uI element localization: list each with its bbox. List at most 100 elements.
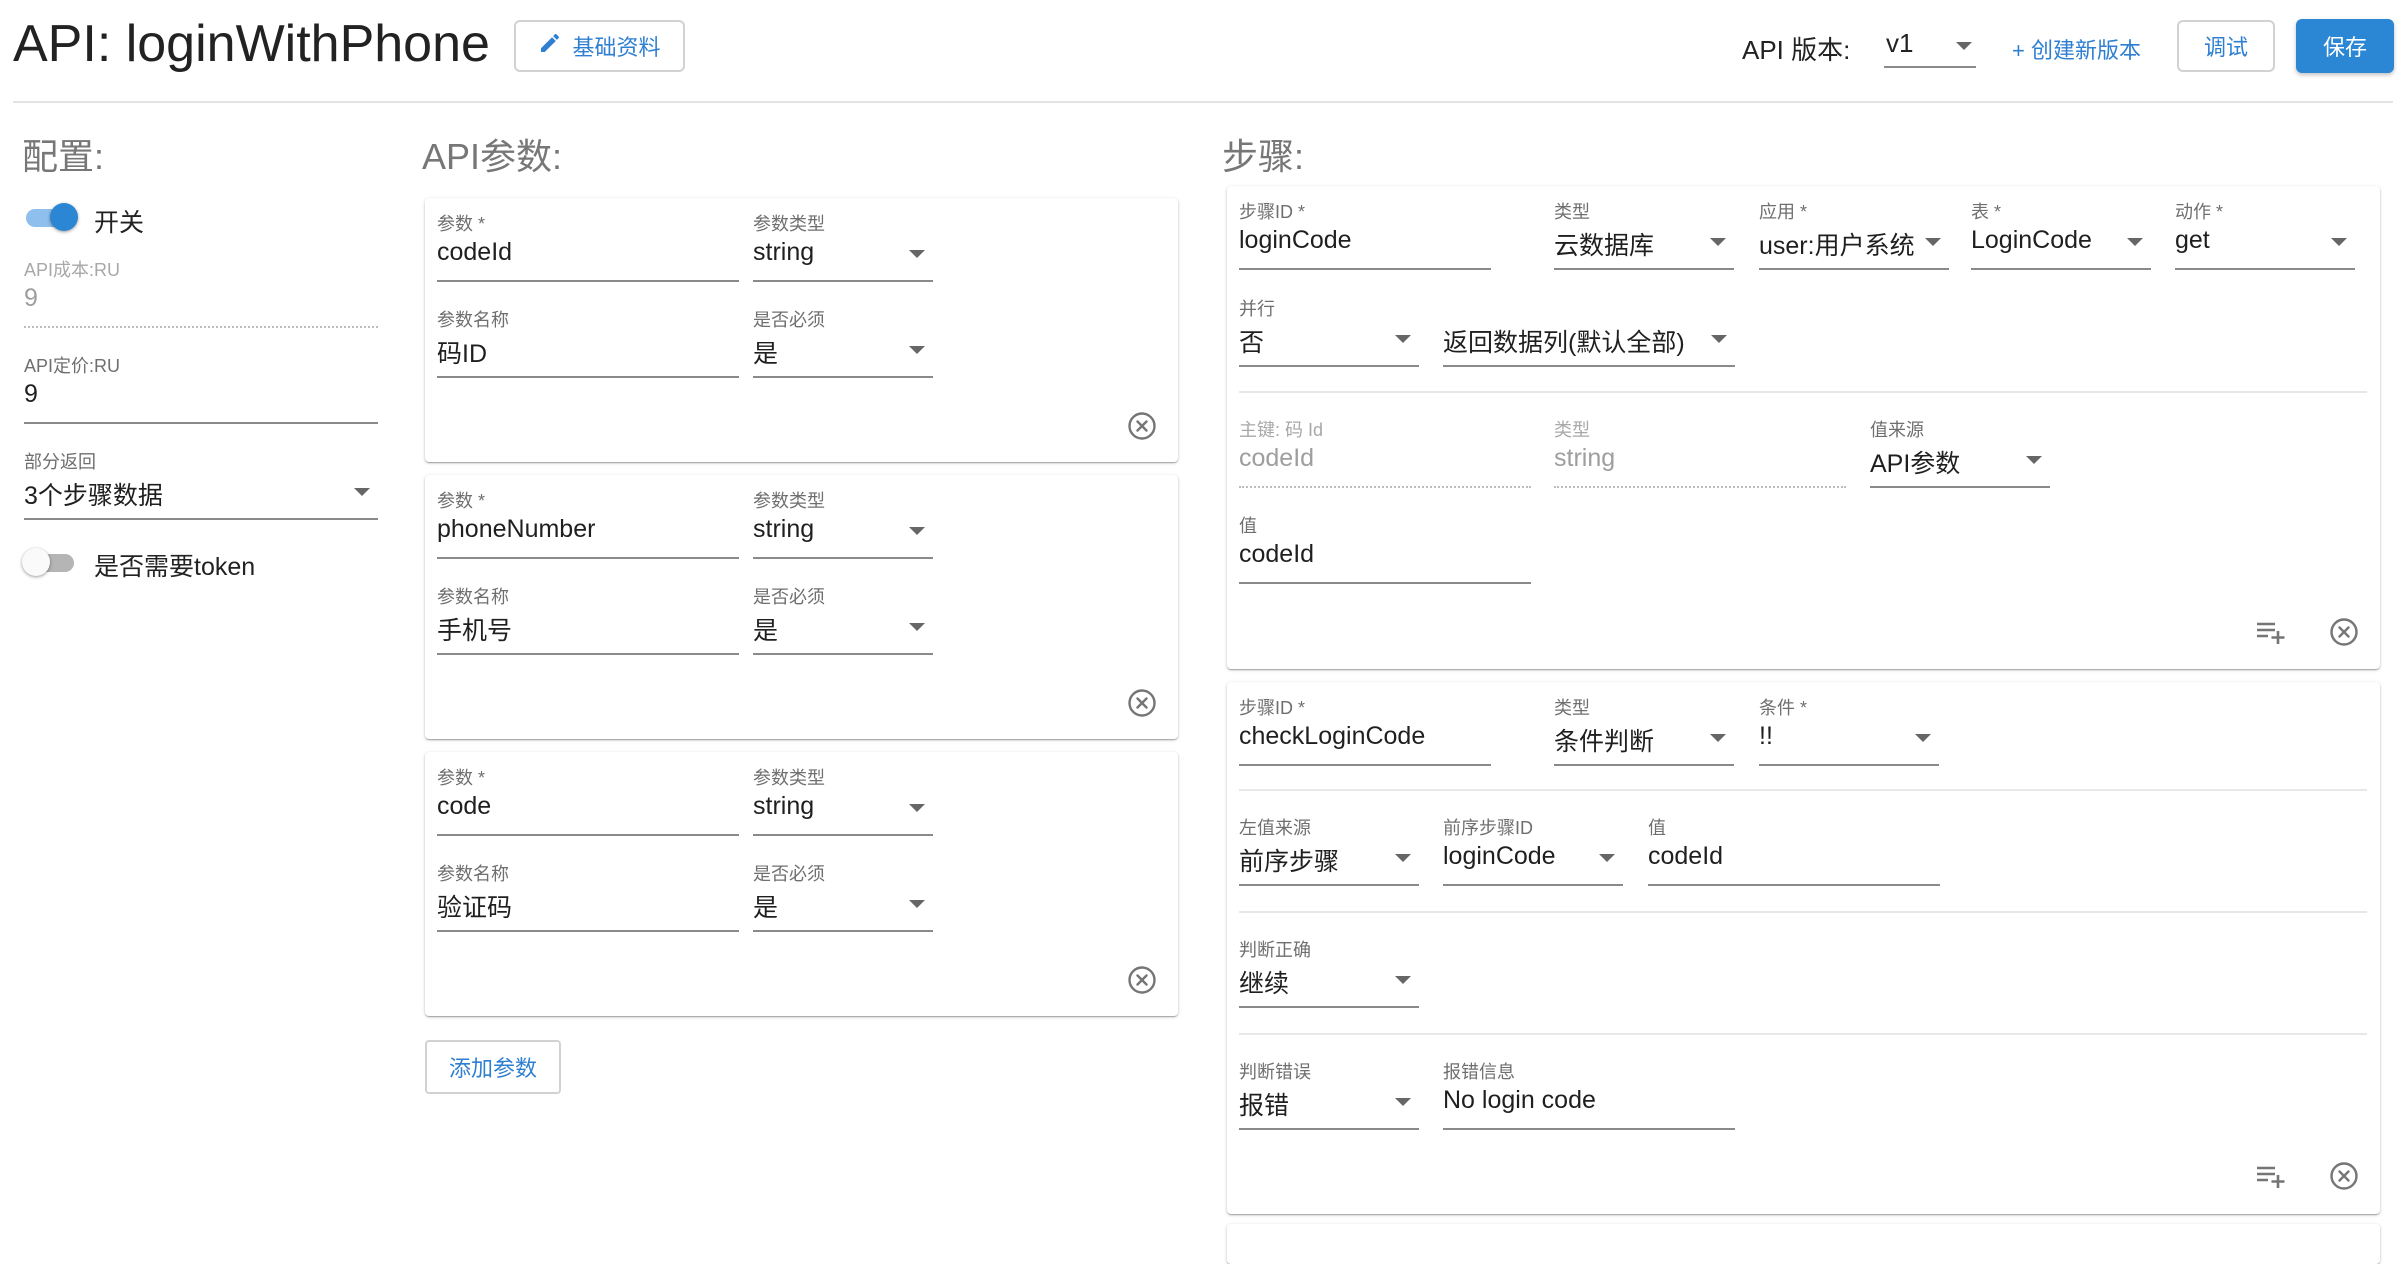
step-type-select[interactable]: 类型 条件判断 — [1554, 694, 1734, 766]
condition-select[interactable]: 条件 * !! — [1759, 694, 1939, 766]
enable-switch[interactable] — [22, 202, 78, 231]
value-source-label: 值来源 — [1870, 420, 1924, 440]
remove-param-button[interactable] — [1125, 409, 1159, 443]
chevron-down-icon — [1395, 976, 1411, 984]
param-required-value: 是 — [753, 340, 779, 368]
return-columns-select[interactable]: 返回数据列(默认全部) — [1443, 295, 1735, 367]
chevron-down-icon — [1395, 1098, 1411, 1106]
debug-button[interactable]: 调试 — [2177, 20, 2275, 72]
param-type-select[interactable]: 参数类型 string — [753, 487, 933, 559]
step-table-select[interactable]: 表 * LoginCode — [1971, 198, 2151, 270]
api-cost-value: 9 — [24, 284, 38, 312]
param-type-value: string — [753, 238, 815, 266]
value-source-value: API参数 — [1870, 450, 1961, 478]
param-name-field[interactable]: 参数 * codeId — [437, 210, 739, 282]
param-value: phoneNumber — [437, 515, 596, 543]
param-card: 参数 * phoneNumber 参数类型 string 参数名称 手机号 是否… — [425, 475, 1178, 739]
param-display-name-value: 手机号 — [437, 617, 513, 645]
step-parallel-select[interactable]: 并行 否 — [1239, 295, 1419, 367]
step-app-select[interactable]: 应用 * user:用户系统 — [1759, 198, 1949, 270]
param-value: code — [437, 792, 492, 820]
param-type-value: string — [753, 515, 815, 543]
on-false-select[interactable]: 判断错误 报错 — [1239, 1058, 1419, 1130]
primary-key-field: 主键: 码 Id codeId — [1239, 416, 1531, 488]
step-id-label: 步骤ID * — [1239, 698, 1306, 718]
step-action-value: get — [2175, 226, 2210, 254]
prev-step-label: 前序步骤ID — [1443, 818, 1533, 838]
step-type-label: 类型 — [1554, 698, 1590, 718]
chevron-down-icon — [909, 346, 925, 354]
api-price-field[interactable]: API定价:RU 9 — [24, 352, 378, 424]
param-label: 参数 * — [437, 491, 486, 511]
partial-return-value: 3个步骤数据 — [24, 482, 163, 510]
primary-key-type-field: 类型 string — [1554, 416, 1846, 488]
partial-return-select[interactable]: 部分返回 3个步骤数据 — [24, 448, 378, 520]
param-type-label: 参数类型 — [753, 768, 825, 788]
param-card: 参数 * codeId 参数类型 string 参数名称 码ID 是否必须 是 — [425, 198, 1178, 462]
param-display-name-field[interactable]: 参数名称 验证码 — [437, 860, 739, 932]
chevron-down-icon — [1956, 42, 1972, 50]
step-parallel-label: 并行 — [1239, 299, 1275, 319]
key-value-field[interactable]: 值 codeId — [1239, 512, 1531, 584]
param-required-label: 是否必须 — [753, 864, 825, 884]
on-true-value: 继续 — [1239, 970, 1290, 998]
condition-value-field[interactable]: 值 codeId — [1648, 814, 1940, 886]
add-condition-button[interactable] — [2254, 1159, 2288, 1193]
step-type-value: 条件判断 — [1554, 728, 1655, 756]
close-circle-icon — [1128, 689, 1156, 717]
remove-param-button[interactable] — [1125, 686, 1159, 720]
step-type-select[interactable]: 类型 云数据库 — [1554, 198, 1734, 270]
error-message-field[interactable]: 报错信息 No login code — [1443, 1058, 1735, 1130]
basic-info-button[interactable]: 基础资料 — [514, 20, 685, 72]
api-version-label: API 版本: — [1742, 35, 1851, 65]
param-required-label: 是否必须 — [753, 587, 825, 607]
prev-step-select[interactable]: 前序步骤ID loginCode — [1443, 814, 1623, 886]
condition-value: !! — [1759, 722, 1773, 750]
step-action-select[interactable]: 动作 * get — [2175, 198, 2355, 270]
primary-key-type-label: 类型 — [1554, 420, 1590, 440]
param-name-field[interactable]: 参数 * phoneNumber — [437, 487, 739, 559]
chevron-down-icon — [1925, 238, 1941, 246]
left-source-select[interactable]: 左值来源 前序步骤 — [1239, 814, 1419, 886]
step-id-field[interactable]: 步骤ID * checkLoginCode — [1239, 694, 1491, 766]
partial-return-label: 部分返回 — [24, 452, 96, 472]
step-app-label: 应用 * — [1759, 202, 1808, 222]
param-name-field[interactable]: 参数 * code — [437, 764, 739, 836]
param-display-name-value: 码ID — [437, 340, 488, 368]
condition-value-label: 值 — [1648, 818, 1666, 838]
condition-value-value: codeId — [1648, 842, 1724, 870]
step-id-field[interactable]: 步骤ID * loginCode — [1239, 198, 1491, 270]
chevron-down-icon — [909, 527, 925, 535]
add-param-button[interactable]: 添加参数 — [425, 1040, 561, 1094]
token-switch[interactable] — [22, 547, 78, 576]
api-price-label: API定价:RU — [24, 356, 121, 376]
section-divider — [1239, 789, 2367, 791]
remove-param-button[interactable] — [1125, 963, 1159, 997]
section-divider — [1239, 1033, 2367, 1035]
error-message-value: No login code — [1443, 1086, 1596, 1114]
value-source-select[interactable]: 值来源 API参数 — [1870, 416, 2050, 488]
steps-section-title: 步骤: — [1222, 136, 1305, 177]
param-type-select[interactable]: 参数类型 string — [753, 210, 933, 282]
add-condition-button[interactable] — [2254, 615, 2288, 649]
api-version-select[interactable]: v1 — [1884, 24, 1976, 68]
remove-step-button[interactable] — [2327, 1159, 2361, 1193]
remove-step-button[interactable] — [2327, 615, 2361, 649]
param-required-select[interactable]: 是否必须 是 — [753, 860, 933, 932]
param-type-select[interactable]: 参数类型 string — [753, 764, 933, 836]
save-button[interactable]: 保存 — [2296, 19, 2394, 73]
primary-key-type-value: string — [1554, 444, 1616, 472]
param-display-name-field[interactable]: 参数名称 手机号 — [437, 583, 739, 655]
enable-switch-label: 开关 — [94, 209, 145, 237]
step-card: 步骤ID * checkLoginCode 类型 条件判断 条件 * !! 左值… — [1227, 682, 2380, 1214]
param-display-name-field[interactable]: 参数名称 码ID — [437, 306, 739, 378]
step-table-label: 表 * — [1971, 202, 2002, 222]
on-true-select[interactable]: 判断正确 继续 — [1239, 936, 1419, 1008]
create-version-button[interactable]: + 创建新版本 — [2012, 33, 2141, 65]
param-required-select[interactable]: 是否必须 是 — [753, 306, 933, 378]
playlist-add-icon — [2257, 622, 2285, 644]
close-circle-icon — [2330, 1162, 2358, 1190]
header-divider — [13, 101, 2393, 103]
param-required-select[interactable]: 是否必须 是 — [753, 583, 933, 655]
pencil-icon — [538, 31, 572, 61]
